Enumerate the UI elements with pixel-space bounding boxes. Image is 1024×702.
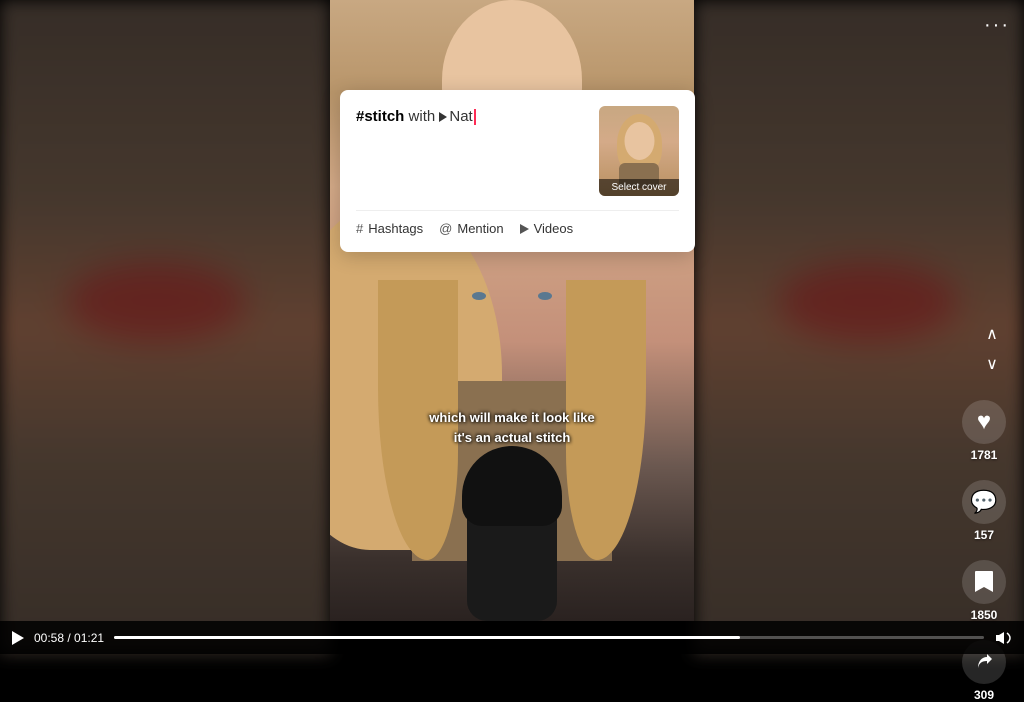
nav-up-button[interactable]: ∧ bbox=[978, 320, 1006, 348]
text-cursor bbox=[474, 109, 476, 125]
middle-text: with bbox=[404, 108, 439, 125]
like-count: 1781 bbox=[971, 448, 998, 462]
hashtag-icon: # bbox=[356, 221, 363, 236]
text-card-toolbar: # Hashtags @ Mention Videos bbox=[356, 210, 679, 236]
thumb-face bbox=[617, 114, 662, 169]
comment-button[interactable]: 💬 157 bbox=[962, 480, 1006, 542]
background-left bbox=[0, 0, 330, 654]
mention-button[interactable]: @ Mention bbox=[439, 221, 503, 236]
share-icon bbox=[973, 651, 995, 673]
video-caption: which will make it look like it's an act… bbox=[421, 404, 602, 451]
play-icon-span bbox=[439, 108, 449, 125]
bottom-bar: 00:58 / 01:21 bbox=[0, 621, 1024, 654]
right-actions: ♥ 1781 💬 157 1850 bbox=[962, 400, 1006, 702]
chevron-up-icon: ∧ bbox=[986, 324, 998, 344]
play-icon bbox=[12, 631, 24, 645]
progress-fill bbox=[114, 636, 740, 639]
volume-button[interactable] bbox=[994, 631, 1012, 645]
text-input-card: #stitch with Nat Select cover bbox=[340, 90, 695, 252]
progress-bar[interactable] bbox=[114, 636, 984, 639]
save-icon-circle bbox=[962, 560, 1006, 604]
hashtag-label: Hashtags bbox=[368, 221, 423, 236]
text-input-content[interactable]: #stitch with Nat bbox=[356, 106, 587, 186]
person-eye-left bbox=[472, 292, 486, 300]
chevron-down-icon: ∨ bbox=[986, 354, 998, 374]
volume-icon bbox=[994, 631, 1012, 645]
save-count: 1850 bbox=[971, 608, 998, 622]
cover-thumbnail[interactable]: Select cover bbox=[599, 106, 679, 196]
comment-icon-circle: 💬 bbox=[962, 480, 1006, 524]
cover-label[interactable]: Select cover bbox=[599, 179, 679, 196]
at-icon: @ bbox=[439, 221, 452, 236]
username-text: Nat bbox=[449, 108, 472, 125]
caption-line1: which will make it look like bbox=[429, 408, 594, 428]
time-current: 00:58 bbox=[34, 631, 64, 645]
caption-line2: it's an actual stitch bbox=[429, 428, 594, 448]
like-icon-circle: ♥ bbox=[962, 400, 1006, 444]
videos-label: Videos bbox=[534, 221, 574, 236]
video-container: which will make it look like it's an act… bbox=[0, 0, 1024, 654]
more-options-button[interactable]: ··· bbox=[984, 14, 1010, 37]
time-display: 00:58 / 01:21 bbox=[34, 631, 104, 645]
bookmark-icon bbox=[973, 569, 995, 595]
microphone bbox=[467, 461, 557, 621]
comment-icon: 💬 bbox=[970, 489, 997, 515]
more-options-icon: ··· bbox=[984, 14, 1010, 36]
hashtag-button[interactable]: # Hashtags bbox=[356, 221, 423, 236]
nav-arrows: ∧ ∨ bbox=[978, 320, 1006, 378]
play-pause-button[interactable] bbox=[12, 631, 24, 645]
video-icon bbox=[520, 224, 529, 234]
share-count: 309 bbox=[974, 688, 994, 702]
comment-count: 157 bbox=[974, 528, 994, 542]
like-button[interactable]: ♥ 1781 bbox=[962, 400, 1006, 462]
save-button[interactable]: 1850 bbox=[962, 560, 1006, 622]
thumb-face-oval bbox=[624, 122, 654, 160]
hashtag-text: #stitch bbox=[356, 108, 404, 125]
videos-button[interactable]: Videos bbox=[520, 221, 574, 236]
person-eye-right bbox=[538, 292, 552, 300]
time-total: 01:21 bbox=[74, 631, 104, 645]
text-input-area[interactable]: #stitch with Nat bbox=[356, 106, 599, 186]
nav-down-button[interactable]: ∨ bbox=[978, 350, 1006, 378]
mention-label: Mention bbox=[457, 221, 503, 236]
heart-icon: ♥ bbox=[977, 408, 991, 436]
